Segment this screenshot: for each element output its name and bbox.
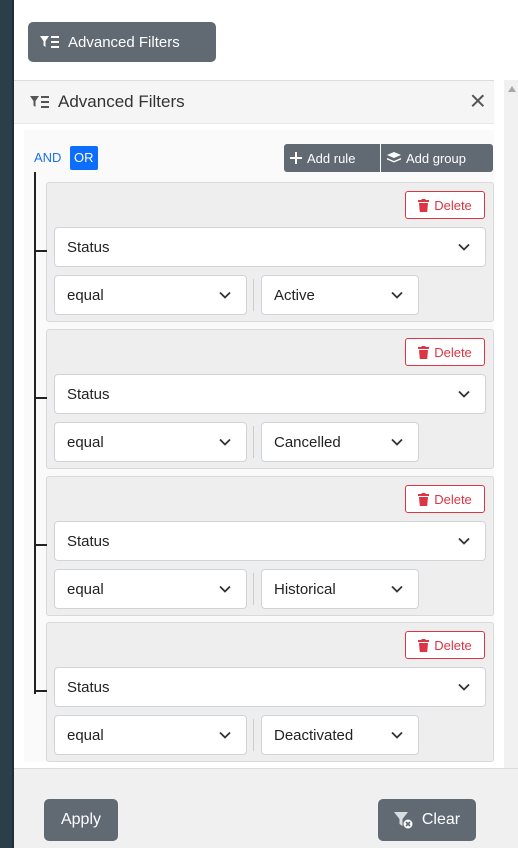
advanced-filters-window: Advanced Filters Advanced Filters × AND … — [12, 0, 518, 848]
divider — [253, 279, 254, 311]
operator-select-value: equal — [67, 433, 104, 451]
panel-footer: Apply Clear — [14, 768, 518, 848]
operator-select[interactable]: equal — [54, 569, 247, 609]
rule-item: Delete Status equal Historical — [35, 476, 494, 616]
delete-label: Delete — [434, 637, 472, 653]
operator-select-value: equal — [67, 726, 104, 744]
trash-icon — [418, 492, 430, 506]
delete-rule-button[interactable]: Delete — [405, 338, 485, 366]
panel-header: Advanced Filters × — [14, 80, 494, 124]
field-select[interactable]: Status — [54, 667, 486, 707]
rule-connector — [35, 397, 47, 399]
value-select-value: Historical — [274, 580, 336, 598]
top-toolbar: Advanced Filters — [14, 0, 518, 80]
chevron-down-icon — [219, 291, 231, 299]
delete-label: Delete — [434, 197, 472, 213]
field-select-value: Status — [67, 385, 110, 403]
delete-rule-button[interactable]: Delete — [405, 191, 485, 219]
delete-rule-button[interactable]: Delete — [405, 485, 485, 513]
field-select-value: Status — [67, 678, 110, 696]
close-icon[interactable]: × — [470, 87, 486, 115]
rule-item: Delete Status equal Deactivated — [35, 622, 494, 762]
apply-label: Apply — [60, 811, 102, 828]
chevron-down-icon — [458, 243, 470, 251]
trash-icon — [418, 345, 430, 359]
divider — [253, 573, 254, 605]
condition-and-button[interactable]: AND — [30, 146, 65, 170]
value-select[interactable]: Cancelled — [261, 422, 419, 462]
scroll-up-arrow-icon[interactable] — [508, 86, 516, 92]
add-group-button[interactable]: Add group — [381, 144, 493, 172]
operator-select[interactable]: equal — [54, 715, 247, 755]
chevron-down-icon — [458, 683, 470, 691]
chevron-down-icon — [391, 731, 403, 739]
operator-select-value: equal — [67, 286, 104, 304]
chevron-down-icon — [391, 585, 403, 593]
field-select-value: Status — [67, 532, 110, 550]
filter-clear-icon — [393, 812, 413, 829]
advanced-filters-button-label: Advanced Filters — [68, 33, 180, 51]
add-rule-label: Add rule — [307, 150, 356, 166]
chevron-down-icon — [391, 438, 403, 446]
operator-select[interactable]: equal — [54, 275, 247, 315]
layers-icon — [387, 152, 401, 163]
value-select-value: Deactivated — [274, 726, 354, 744]
delete-label: Delete — [434, 491, 472, 507]
filter-icon — [40, 36, 59, 48]
trash-icon — [418, 638, 430, 652]
scrollbar[interactable] — [504, 80, 518, 770]
rule-item: Delete Status equal Active — [35, 182, 494, 322]
plus-icon — [290, 152, 302, 164]
clear-label: Clear — [421, 811, 461, 828]
clear-button[interactable]: Clear — [378, 799, 476, 841]
chevron-down-icon — [219, 438, 231, 446]
field-select[interactable]: Status — [54, 374, 486, 414]
condition-or-button[interactable]: OR — [70, 146, 98, 170]
field-select[interactable]: Status — [54, 521, 486, 561]
delete-rule-button[interactable]: Delete — [405, 631, 485, 659]
field-select-value: Status — [67, 238, 110, 256]
value-select[interactable]: Deactivated — [261, 715, 419, 755]
rule-item: Delete Status equal Cancelled — [35, 329, 494, 469]
apply-button[interactable]: Apply — [44, 799, 118, 841]
value-select[interactable]: Active — [261, 275, 419, 315]
rule-connector — [35, 250, 47, 252]
add-group-label: Add group — [406, 150, 466, 166]
delete-label: Delete — [434, 344, 472, 360]
rule-connector — [35, 690, 47, 692]
divider — [253, 426, 254, 458]
operator-select-value: equal — [67, 580, 104, 598]
chevron-down-icon — [391, 291, 403, 299]
trash-icon — [418, 198, 430, 212]
field-select[interactable]: Status — [54, 227, 486, 267]
chevron-down-icon — [458, 537, 470, 545]
panel-title: Advanced Filters — [58, 92, 185, 111]
value-select-value: Cancelled — [274, 433, 341, 451]
operator-select[interactable]: equal — [54, 422, 247, 462]
chevron-down-icon — [219, 731, 231, 739]
value-select-value: Active — [274, 286, 315, 304]
filter-builder: AND OR Add rule Add group Delete Status … — [14, 124, 494, 768]
filter-icon — [30, 96, 49, 108]
divider — [253, 719, 254, 751]
advanced-filters-button[interactable]: Advanced Filters — [28, 22, 216, 62]
chevron-down-icon — [458, 390, 470, 398]
value-select[interactable]: Historical — [261, 569, 419, 609]
add-rule-button[interactable]: Add rule — [284, 144, 380, 172]
chevron-down-icon — [219, 585, 231, 593]
rule-connector — [35, 544, 47, 546]
